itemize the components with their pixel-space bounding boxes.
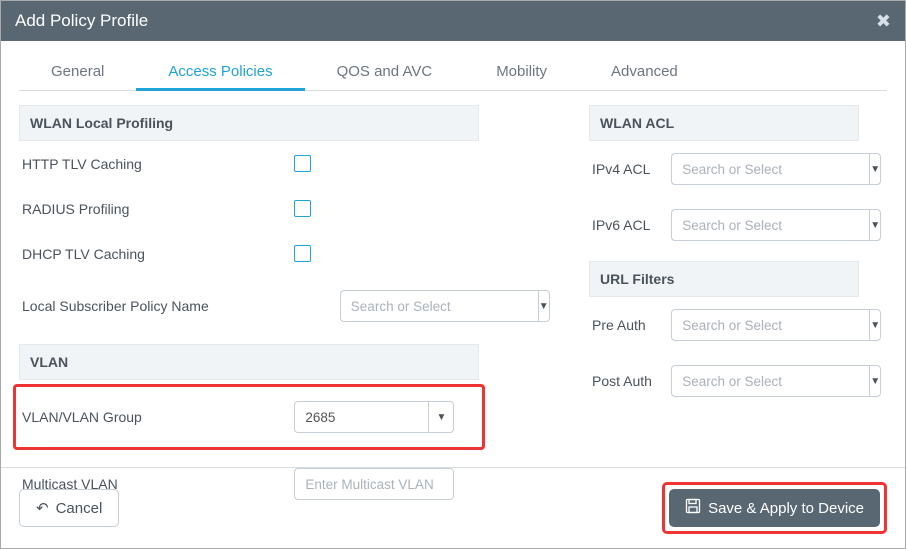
row-http-tlv-caching: HTTP TLV Caching xyxy=(19,141,479,186)
undo-icon: ↶ xyxy=(36,499,49,517)
row-local-subscriber-policy: Local Subscriber Policy Name ▼ xyxy=(19,276,479,336)
select-ipv4-acl[interactable]: ▼ xyxy=(671,153,831,185)
save-apply-button[interactable]: Save & Apply to Device xyxy=(669,489,880,527)
right-column: WLAN ACL IPv4 ACL ▼ IPv6 ACL ▼ URL Filt xyxy=(589,97,859,467)
chevron-down-icon[interactable]: ▼ xyxy=(869,309,881,341)
close-icon[interactable]: ✖ xyxy=(876,11,891,32)
label-vlan-group: VLAN/VLAN Group xyxy=(22,409,294,425)
dialog-body: General Access Policies QOS and AVC Mobi… xyxy=(1,41,905,467)
select-local-subscriber-policy[interactable]: ▼ xyxy=(340,290,500,322)
cancel-button[interactable]: ↶ Cancel xyxy=(19,489,119,527)
select-pre-auth[interactable]: ▼ xyxy=(671,309,831,341)
section-vlan: VLAN xyxy=(19,344,479,380)
tabs: General Access Policies QOS and AVC Mobi… xyxy=(19,55,887,91)
input-ipv6-acl[interactable] xyxy=(671,209,869,241)
row-dhcp-tlv-caching: DHCP TLV Caching xyxy=(19,231,479,276)
select-vlan-group[interactable]: 2685 ▼ xyxy=(294,401,454,433)
label-post-auth: Post Auth xyxy=(592,373,671,389)
tab-advanced[interactable]: Advanced xyxy=(579,55,710,90)
checkbox-radius-profiling[interactable] xyxy=(294,200,311,217)
section-wlan-acl: WLAN ACL xyxy=(589,105,859,141)
input-local-subscriber-policy[interactable] xyxy=(340,290,538,322)
value-vlan-group[interactable]: 2685 xyxy=(294,401,428,433)
select-post-auth[interactable]: ▼ xyxy=(671,365,831,397)
row-pre-auth: Pre Auth ▼ xyxy=(589,297,859,353)
select-ipv6-acl[interactable]: ▼ xyxy=(671,209,831,241)
row-radius-profiling: RADIUS Profiling xyxy=(19,186,479,231)
dialog-title: Add Policy Profile xyxy=(15,11,148,31)
checkbox-http-tlv-caching[interactable] xyxy=(294,155,311,172)
dialog-footer: ↶ Cancel Save & Apply to Device xyxy=(1,467,905,548)
row-ipv6-acl: IPv6 ACL ▼ xyxy=(589,197,859,253)
chevron-down-icon[interactable]: ▼ xyxy=(869,209,881,241)
label-http-tlv-caching: HTTP TLV Caching xyxy=(22,156,294,172)
chevron-down-icon[interactable]: ▼ xyxy=(869,365,881,397)
content-area: WLAN Local Profiling HTTP TLV Caching RA… xyxy=(19,91,887,467)
tab-mobility[interactable]: Mobility xyxy=(464,55,579,90)
label-ipv6-acl: IPv6 ACL xyxy=(592,217,671,233)
tab-qos-avc[interactable]: QOS and AVC xyxy=(305,55,465,90)
label-pre-auth: Pre Auth xyxy=(592,317,671,333)
row-post-auth: Post Auth ▼ xyxy=(589,353,859,409)
tab-general[interactable]: General xyxy=(19,55,136,90)
section-url-filters: URL Filters xyxy=(589,261,859,297)
dialog-header: Add Policy Profile ✖ xyxy=(1,1,905,41)
highlight-vlan-group: VLAN/VLAN Group 2685 ▼ xyxy=(13,384,485,450)
input-post-auth[interactable] xyxy=(671,365,869,397)
label-radius-profiling: RADIUS Profiling xyxy=(22,201,294,217)
highlight-save-button: Save & Apply to Device xyxy=(662,482,887,534)
input-ipv4-acl[interactable] xyxy=(671,153,869,185)
chevron-down-icon[interactable]: ▼ xyxy=(538,290,550,322)
label-dhcp-tlv-caching: DHCP TLV Caching xyxy=(22,246,294,262)
chevron-down-icon[interactable]: ▼ xyxy=(428,401,454,433)
left-column: WLAN Local Profiling HTTP TLV Caching RA… xyxy=(19,97,479,467)
label-local-subscriber-policy: Local Subscriber Policy Name xyxy=(22,298,340,314)
section-wlan-local-profiling: WLAN Local Profiling xyxy=(19,105,479,141)
tab-access-policies[interactable]: Access Policies xyxy=(136,55,304,90)
save-apply-button-label: Save & Apply to Device xyxy=(708,500,864,517)
checkbox-dhcp-tlv-caching[interactable] xyxy=(294,245,311,262)
save-icon xyxy=(685,498,701,518)
row-vlan-group: VLAN/VLAN Group 2685 ▼ xyxy=(19,393,479,441)
cancel-button-label: Cancel xyxy=(56,500,103,517)
label-ipv4-acl: IPv4 ACL xyxy=(592,161,671,177)
chevron-down-icon[interactable]: ▼ xyxy=(869,153,881,185)
row-ipv4-acl: IPv4 ACL ▼ xyxy=(589,141,859,197)
input-pre-auth[interactable] xyxy=(671,309,869,341)
dialog: Add Policy Profile ✖ General Access Poli… xyxy=(0,0,906,549)
